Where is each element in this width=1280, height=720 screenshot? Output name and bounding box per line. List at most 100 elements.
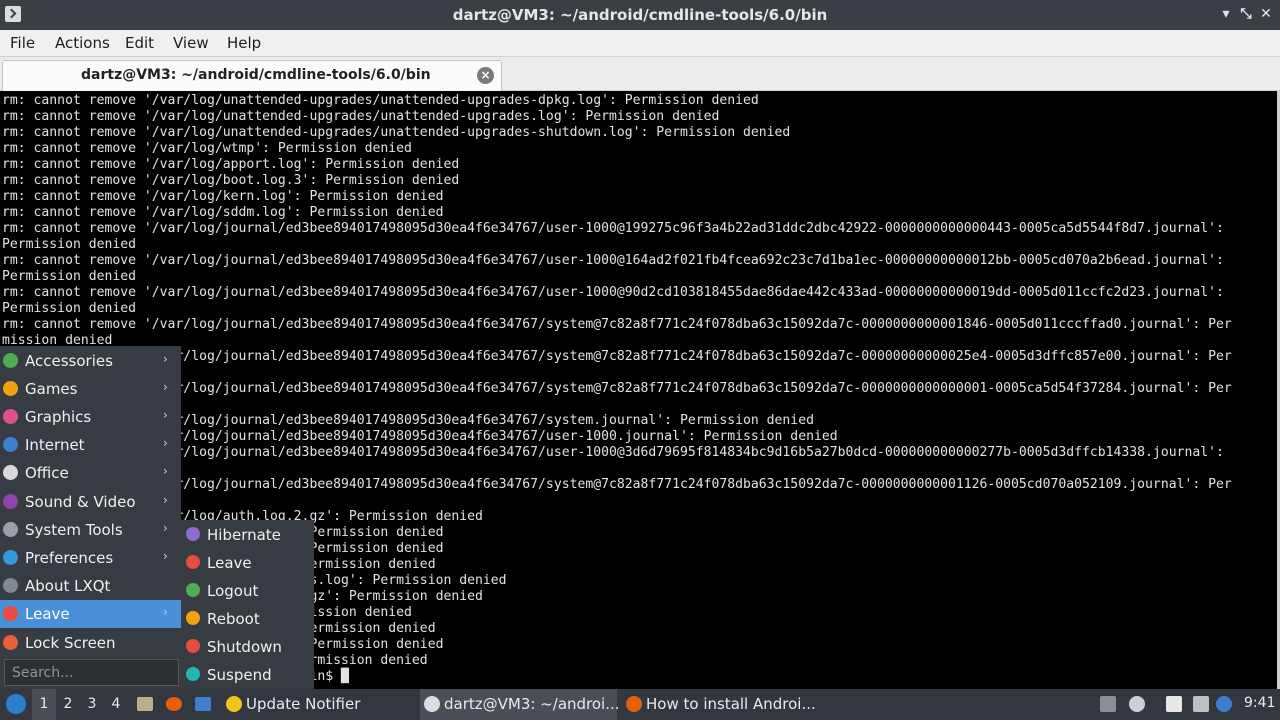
start-menu-item-label: Leave xyxy=(25,605,70,624)
leave-submenu-item[interactable]: Shutdown xyxy=(181,632,314,660)
taskbar-task[interactable]: Update Notifier xyxy=(222,689,417,720)
start-menu-item-label: Graphics xyxy=(25,407,92,426)
menu-search-input[interactable] xyxy=(10,664,174,682)
office-icon xyxy=(3,465,18,481)
taskbar-task-label: Update Notifier xyxy=(246,695,361,713)
tab-label: dartz@VM3: ~/android/cmdline-tools/6.0/b… xyxy=(81,67,431,83)
update-notifier-icon xyxy=(226,696,242,712)
reboot-icon xyxy=(186,611,200,625)
terminal-line: rm: cannot remove '/var/log/kern.log': P… xyxy=(2,189,444,204)
leave-submenu-item[interactable]: Suspend xyxy=(181,660,314,688)
chevron-right-icon: › xyxy=(163,492,168,507)
power-icon xyxy=(3,606,18,622)
start-menu-item[interactable]: Lock Screen xyxy=(0,629,181,657)
firefox-launcher-icon[interactable] xyxy=(166,697,182,711)
games-icon xyxy=(3,380,18,396)
leave-submenu-item-label: Shutdown xyxy=(207,638,282,656)
leave-submenu-item[interactable]: Leave xyxy=(181,548,314,576)
taskbar: 9:41 1 2 3 4 Update Notifier dartz@VM3: ~/and… xyxy=(0,689,1280,720)
window-title: dartz@VM3: ~/android/cmdline-tools/6.0/b… xyxy=(452,6,828,24)
desktop-switch-3[interactable]: 3 xyxy=(80,689,104,720)
taskbar-task-label: How to install Androi... xyxy=(646,695,816,713)
terminal-line: Permission denied xyxy=(2,237,137,252)
maximize-icon[interactable]: ⤡ xyxy=(1237,4,1255,24)
desktop-switch-4[interactable]: 4 xyxy=(104,689,128,720)
leave-icon xyxy=(186,555,200,569)
show-desktop-icon[interactable] xyxy=(137,697,153,711)
terminal-line: rm: cannot remove '/var/log/journal/ed3b… xyxy=(2,349,1232,364)
system-tools-icon xyxy=(3,521,18,537)
start-menu: Accessories›Games›Graphics›Internet›Offi… xyxy=(0,346,181,689)
start-menu-item-label: About LXQt xyxy=(25,577,111,596)
lock-icon xyxy=(3,634,18,650)
terminal-tab[interactable]: dartz@VM3: ~/android/cmdline-tools/6.0/b… xyxy=(2,60,502,91)
terminal-icon xyxy=(424,696,440,712)
start-menu-item-label: Lock Screen xyxy=(25,633,116,652)
menu-help[interactable]: Help xyxy=(227,34,261,52)
sound-video-icon xyxy=(3,493,18,509)
start-menu-item[interactable]: About LXQt xyxy=(0,572,181,600)
terminal-line: Permission denied xyxy=(2,269,137,284)
start-menu-item[interactable]: Internet › xyxy=(0,431,181,459)
terminal-line: rm: cannot remove '/var/log/journal/ed3b… xyxy=(2,317,1232,332)
leave-submenu-item[interactable]: Hibernate xyxy=(181,520,314,548)
menu-actions[interactable]: Actions xyxy=(55,34,110,52)
taskbar-task-label: dartz@VM3: ~/androi... xyxy=(444,695,620,713)
graphics-icon xyxy=(3,408,18,424)
start-menu-item[interactable]: Preferences › xyxy=(0,544,181,572)
tab-close-icon[interactable]: × xyxy=(477,67,494,84)
tab-strip: dartz@VM3: ~/android/cmdline-tools/6.0/b… xyxy=(0,57,1280,91)
menu-search-box[interactable] xyxy=(4,659,179,686)
menu-edit[interactable]: Edit xyxy=(125,34,154,52)
chevron-right-icon: › xyxy=(163,548,168,563)
leave-submenu-item-label: Suspend xyxy=(207,666,272,684)
terminal-line: rm: cannot remove '/var/log/journal/ed3b… xyxy=(2,381,1232,396)
terminal-line: rm: cannot remove '/var/log/apport.log':… xyxy=(2,157,460,172)
taskbar-task[interactable]: How to install Androi... xyxy=(622,689,822,720)
leave-submenu-item[interactable]: Logout xyxy=(181,576,314,604)
taskbar-task[interactable]: dartz@VM3: ~/androi... xyxy=(420,689,620,720)
start-menu-button-icon[interactable] xyxy=(6,694,26,714)
leave-submenu-item[interactable]: Reboot xyxy=(181,604,314,632)
start-menu-item[interactable]: Leave › xyxy=(0,600,181,629)
suspend-icon xyxy=(186,667,200,681)
start-menu-item[interactable]: System Tools › xyxy=(0,516,181,544)
desktop-switch-1[interactable]: 1 xyxy=(32,689,56,720)
start-menu-item-label: Internet xyxy=(25,436,85,455)
preferences-icon xyxy=(3,549,18,565)
terminal-line: Permission denied xyxy=(2,301,137,316)
menu-file[interactable]: File xyxy=(10,34,35,52)
start-menu-item[interactable]: Office › xyxy=(0,459,181,487)
chevron-right-icon: › xyxy=(163,605,168,620)
start-menu-item[interactable]: Games › xyxy=(0,375,181,403)
notes-tray-icon[interactable] xyxy=(1166,696,1182,712)
chevron-right-icon: › xyxy=(163,436,168,451)
internet-icon xyxy=(3,437,18,453)
start-menu-item-label: Preferences xyxy=(25,548,114,567)
chevron-right-icon: › xyxy=(163,379,168,394)
menu-view[interactable]: View xyxy=(173,34,209,52)
start-menu-item-label: Office xyxy=(25,464,69,483)
network-tray-icon[interactable] xyxy=(1193,696,1209,712)
accessories-icon xyxy=(3,352,18,368)
minimize-icon[interactable]: ▾ xyxy=(1217,4,1235,24)
volume-tray-icon[interactable] xyxy=(1129,696,1145,712)
leave-submenu: Hibernate Leave Logout Reboot Shutdown Suspen… xyxy=(181,520,314,689)
chevron-right-icon: › xyxy=(163,351,168,366)
file-manager-launcher-icon[interactable] xyxy=(195,697,211,711)
logout-icon xyxy=(186,583,200,597)
about-icon xyxy=(3,578,18,594)
shutdown-icon xyxy=(186,639,200,653)
start-menu-item[interactable]: Sound & Video › xyxy=(0,488,181,516)
start-menu-item[interactable]: Accessories › xyxy=(0,347,181,375)
chevron-right-icon: › xyxy=(163,520,168,535)
clock[interactable]: 9:41 xyxy=(1244,695,1275,711)
firefox-icon xyxy=(626,696,642,712)
close-icon[interactable]: ✕ xyxy=(1257,4,1275,24)
window-titlebar[interactable]: dartz@VM3: ~/android/cmdline-tools/6.0/b… xyxy=(0,0,1280,30)
leave-submenu-item-label: Logout xyxy=(207,582,259,600)
desktop-switch-2[interactable]: 2 xyxy=(56,689,80,720)
update-tray-icon[interactable] xyxy=(1216,696,1232,712)
start-menu-item[interactable]: Graphics › xyxy=(0,403,181,431)
clipboard-tray-icon[interactable] xyxy=(1100,696,1116,712)
